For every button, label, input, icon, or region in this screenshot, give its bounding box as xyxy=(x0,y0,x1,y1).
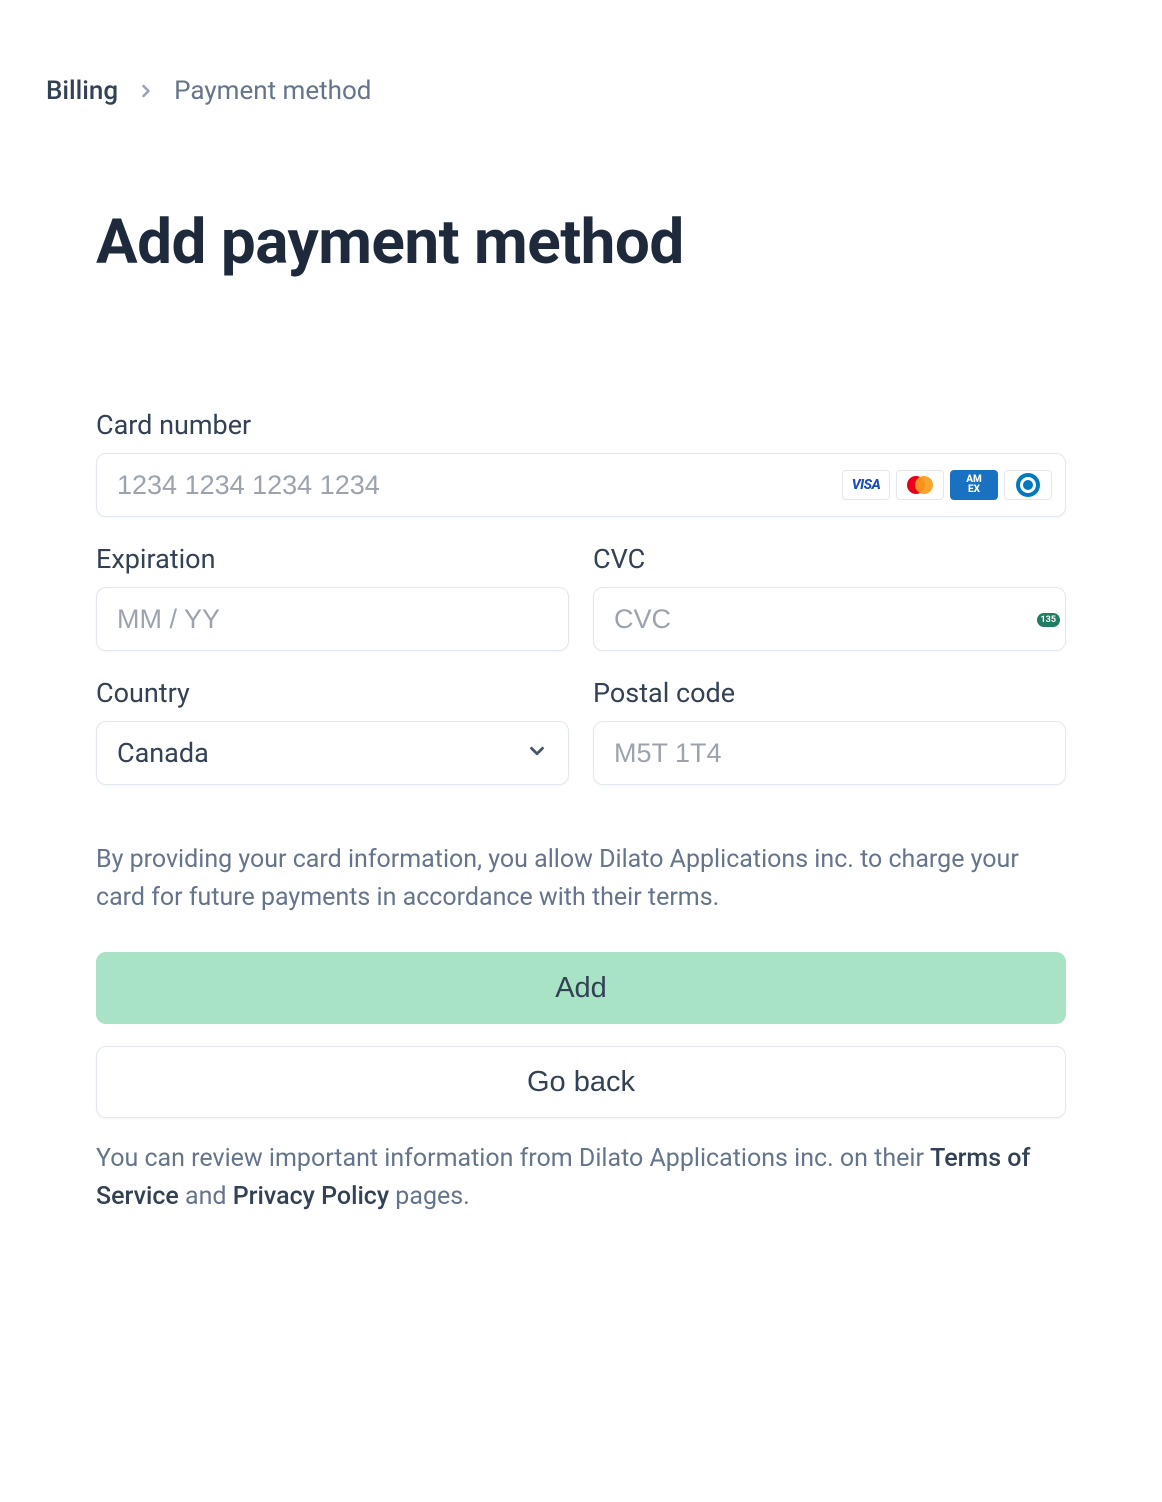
breadcrumb-billing-link[interactable]: Billing xyxy=(46,76,118,106)
page-title: Add payment method xyxy=(96,206,1116,279)
chevron-down-icon xyxy=(526,737,548,769)
country-select[interactable]: Canada xyxy=(96,721,569,785)
expiration-input[interactable] xyxy=(96,587,569,651)
mastercard-icon xyxy=(896,470,944,500)
postal-input[interactable] xyxy=(593,721,1066,785)
cvc-label: CVC xyxy=(593,543,1066,575)
country-label: Country xyxy=(96,677,569,709)
charge-disclosure: By providing your card information, you … xyxy=(96,841,1066,916)
payment-form: Card number VISA AMEX Expiration xyxy=(46,409,1116,1215)
cvc-input[interactable] xyxy=(593,587,1066,651)
breadcrumb: Billing Payment method xyxy=(46,76,1116,106)
country-selected-value: Canada xyxy=(117,737,209,769)
footer-prefix: You can review important information fro… xyxy=(96,1144,930,1173)
footer-mid: and xyxy=(179,1182,233,1211)
breadcrumb-current: Payment method xyxy=(174,76,371,106)
chevron-right-icon xyxy=(136,81,156,101)
footer-legal-text: You can review important information fro… xyxy=(96,1140,1066,1215)
expiration-label: Expiration xyxy=(96,543,569,575)
card-number-label: Card number xyxy=(96,409,1066,441)
card-brand-icons: VISA AMEX xyxy=(842,470,1052,500)
add-button[interactable]: Add xyxy=(96,952,1066,1024)
postal-label: Postal code xyxy=(593,677,1066,709)
amex-icon: AMEX xyxy=(950,470,998,500)
go-back-button[interactable]: Go back xyxy=(96,1046,1066,1118)
diners-icon xyxy=(1004,470,1052,500)
privacy-policy-link[interactable]: Privacy Policy xyxy=(233,1182,389,1211)
visa-icon: VISA xyxy=(842,470,890,500)
footer-suffix: pages. xyxy=(389,1182,470,1211)
